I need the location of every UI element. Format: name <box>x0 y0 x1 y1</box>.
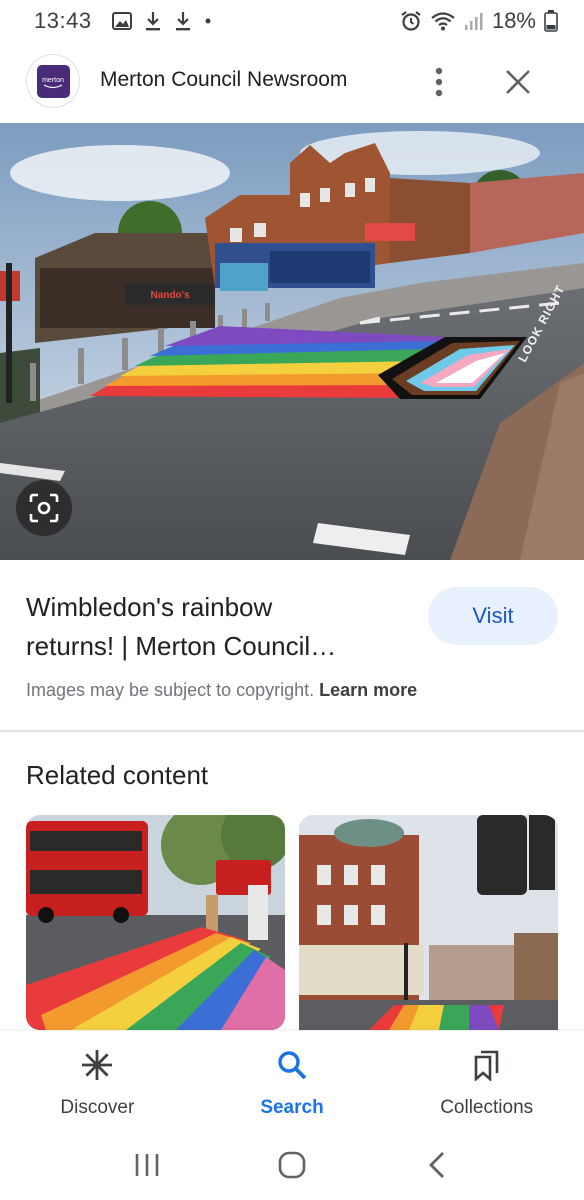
divider <box>0 730 584 732</box>
status-time: 13:43 <box>34 8 92 33</box>
download-icon <box>174 11 192 31</box>
nav-discover[interactable]: Discover <box>0 1031 195 1130</box>
result-title-line-2: returns! | Merton Council… <box>26 631 337 661</box>
system-navigation <box>0 1130 584 1200</box>
copyright-text: Images may be subject to copyright. <box>26 680 315 700</box>
recent-apps-button[interactable] <box>123 1141 171 1189</box>
merton-logo-icon: merton <box>36 64 70 98</box>
home-button[interactable] <box>268 1141 316 1189</box>
back-button[interactable] <box>413 1141 461 1189</box>
copyright-notice: Images may be subject to copyright. Lear… <box>26 680 417 701</box>
back-icon <box>428 1152 444 1178</box>
related-content-heading: Related content <box>26 760 209 790</box>
close-button[interactable] <box>500 64 536 100</box>
wifi-icon <box>430 10 456 32</box>
nav-discover-label: Discover <box>60 1097 135 1118</box>
dot-icon <box>204 17 212 25</box>
lens-icon <box>29 493 59 523</box>
status-bar: 13:43 18% <box>0 0 584 42</box>
page-title: Merton Council Newsroom <box>100 68 348 91</box>
related-image-2[interactable] <box>299 815 558 1030</box>
bottom-navigation: Discover Search Collections <box>0 1030 584 1130</box>
result-title[interactable]: Wimbledon's rainbow returns! | Merton Co… <box>26 588 396 666</box>
nav-search[interactable]: Search <box>195 1031 390 1130</box>
more-options-button[interactable] <box>424 64 454 100</box>
asterisk-icon <box>77 1045 117 1085</box>
site-logo[interactable]: merton <box>26 54 80 108</box>
learn-more-link[interactable]: Learn more <box>319 680 417 700</box>
battery-icon <box>544 10 558 32</box>
more-vert-icon <box>435 67 443 97</box>
shop-sign-text: Nando's <box>150 290 189 301</box>
battery-percentage: 18% <box>491 8 536 33</box>
nav-search-label: Search <box>260 1097 324 1118</box>
main-image[interactable]: Nando's LOOK RIGHT <box>0 123 584 560</box>
logo-text: merton <box>42 77 64 84</box>
search-icon <box>272 1045 312 1085</box>
download-icon <box>144 11 162 31</box>
close-icon <box>506 70 530 94</box>
signal-icon <box>464 11 484 31</box>
home-icon <box>278 1151 306 1179</box>
header: merton Merton Council Newsroom <box>0 50 584 112</box>
alarm-icon <box>400 10 422 32</box>
bookmarks-icon <box>467 1045 507 1085</box>
recent-apps-icon <box>136 1154 159 1176</box>
gallery-icon <box>111 12 132 30</box>
nav-collections[interactable]: Collections <box>389 1031 584 1130</box>
nav-collections-label: Collections <box>440 1097 534 1118</box>
lens-button[interactable] <box>16 480 72 536</box>
result-title-line-1: Wimbledon's rainbow <box>26 592 273 622</box>
visit-button[interactable]: Visit <box>428 587 558 645</box>
related-image-1[interactable] <box>26 815 285 1030</box>
